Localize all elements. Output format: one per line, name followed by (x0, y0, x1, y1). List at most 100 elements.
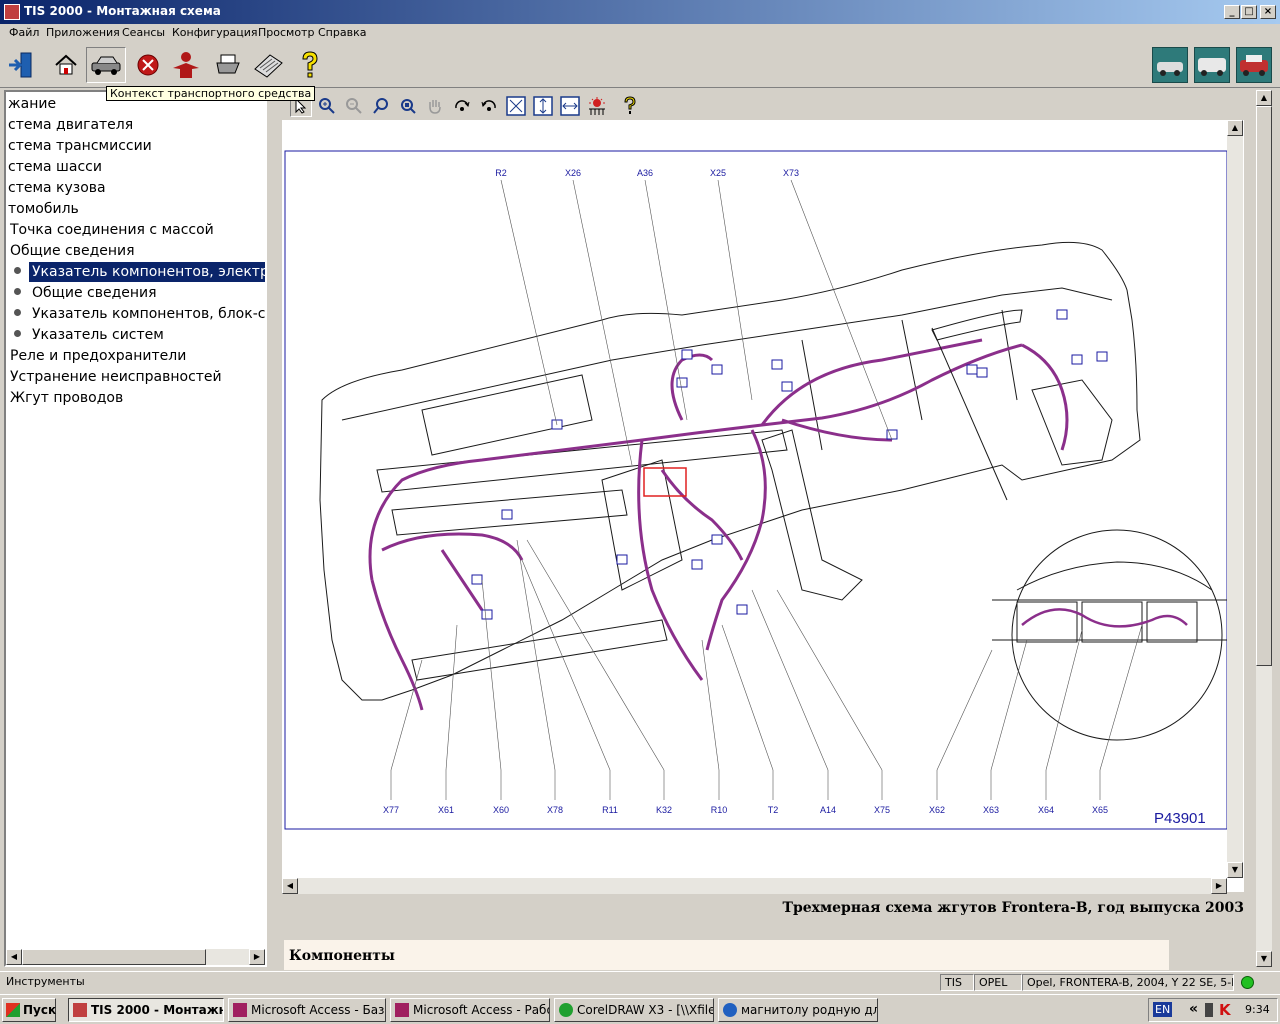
app-icon[interactable] (4, 4, 20, 20)
scroll-up-button[interactable]: ▲ (1227, 120, 1243, 136)
minimize-button[interactable]: _ (1224, 5, 1240, 19)
scroll-down-button[interactable]: ▼ (1227, 862, 1243, 878)
menu-view[interactable]: Просмотр (258, 26, 314, 39)
task-label: Microsoft Access - Работ... (413, 1003, 549, 1017)
task-access-2[interactable]: Microsoft Access - Работ... (390, 998, 550, 1022)
menu-applications[interactable]: Приложения (46, 26, 120, 39)
exit-icon[interactable] (4, 47, 40, 83)
connector-label-k32: K32 (656, 805, 672, 815)
home-icon[interactable] (48, 47, 84, 83)
main-vertical-scrollbar[interactable]: ▲ ▼ (1256, 90, 1272, 967)
task-label: TIS 2000 - Монтажн... (91, 1003, 223, 1017)
tree-item-wiring-harness[interactable]: Жгут проводов (10, 388, 123, 408)
tree-item-relays-fuses[interactable]: Реле и предохранители (10, 346, 186, 366)
tree-item-transmission-system[interactable]: стема трансмиссии (8, 136, 152, 156)
tree-item-ground-point[interactable]: Точка соединения с массой (10, 220, 214, 240)
start-label: Пуск (23, 1003, 57, 1017)
task-label: магнитолу родную для... (741, 1003, 877, 1017)
menu-sessions[interactable]: Сеансы (122, 26, 165, 39)
bottom-rail (411, 619, 668, 681)
tree-item-component-index-block[interactable]: Указатель компонентов, блок-схемы (32, 304, 265, 324)
tree-item-component-index-electrical[interactable]: Указатель компонентов, электриче (29, 262, 265, 282)
rotate-ccw-icon[interactable] (478, 95, 500, 117)
tree-item-chassis-system[interactable]: стема шасси (8, 157, 102, 177)
task-tis2000[interactable]: TIS 2000 - Монтажн... (68, 998, 224, 1022)
tray-app-icon[interactable] (1205, 1003, 1213, 1017)
highlight-icon[interactable] (586, 95, 608, 117)
navigation-tree[interactable]: жание стема двигателя стема трансмиссии … (4, 90, 267, 967)
connector-label-x62: X62 (929, 805, 945, 815)
scroll-down-button[interactable]: ▼ (1256, 951, 1272, 967)
tree-horizontal-scrollbar[interactable]: ◀ ▶ (6, 949, 265, 965)
pan-icon[interactable] (424, 95, 446, 117)
leader-line (521, 559, 611, 771)
task-browser[interactable]: магнитолу родную для... (718, 998, 878, 1022)
status-bar: Инструменты TIS OPEL Opel, FRONTERA-B, 2… (0, 971, 1280, 993)
wiring-harness-diagram[interactable]: R2 X26 A36 X25 X73 X77 X61 X60 X78 R11 K32 R10 T2 A14… (282, 120, 1244, 892)
tree-item-general-info-sub[interactable]: Общие сведения (32, 283, 157, 303)
tree-item-general-info[interactable]: Общие сведения (10, 241, 135, 261)
tree-item-system-index[interactable]: Указатель систем (32, 325, 164, 345)
connectors (471, 309, 1108, 620)
window-title: TIS 2000 - Монтажная схема (24, 4, 221, 18)
tray-expand-icon[interactable]: « (1189, 1001, 1198, 1017)
pane-splitter[interactable] (268, 90, 278, 967)
start-button[interactable]: Пуск (2, 998, 56, 1022)
main-toolbar (0, 43, 1280, 88)
stop-icon[interactable] (130, 47, 166, 83)
manual-icon[interactable] (250, 47, 286, 83)
antivirus-icon[interactable]: K (1219, 1001, 1231, 1019)
zoom-icon[interactable] (370, 95, 392, 117)
task-coreldraw[interactable]: CorelDRAW X3 - [\\Xfiles... (554, 998, 714, 1022)
windows-logo-icon (6, 1003, 20, 1017)
upper-right-harness (760, 338, 983, 426)
diagram-viewport[interactable]: R2 X26 A36 X25 X73 X77 X61 X60 X78 R11 K32 R10 T2 A14… (282, 120, 1244, 892)
zoom-in-icon[interactable] (316, 95, 338, 117)
tree-item-body-system[interactable]: стема кузова (8, 178, 106, 198)
connector (1071, 354, 1083, 365)
user-icon[interactable] (168, 47, 204, 83)
print-icon[interactable] (210, 47, 246, 83)
rotate-cw-icon[interactable] (451, 95, 473, 117)
task-access-1[interactable]: Microsoft Access - База ... (228, 998, 386, 1022)
tree-item-troubleshooting[interactable]: Устранение неисправностей (10, 367, 222, 387)
scroll-thumb[interactable] (1256, 106, 1272, 666)
fit-page-icon[interactable] (505, 95, 527, 117)
viewer-help-icon[interactable] (619, 95, 641, 117)
menu-file[interactable]: Файл (9, 26, 39, 39)
vehicle-image-3[interactable] (1236, 47, 1272, 83)
close-button[interactable]: × (1260, 5, 1276, 19)
scroll-up-button[interactable]: ▲ (1256, 90, 1272, 106)
scroll-right-button[interactable]: ▶ (1211, 878, 1227, 894)
connector (966, 364, 978, 375)
leader-line (936, 649, 993, 771)
connector (681, 349, 693, 360)
leader-line (500, 179, 558, 426)
wire-harness (368, 338, 1069, 711)
diagram-vertical-scrollbar[interactable]: ▲ ▼ (1227, 120, 1243, 878)
diagram-horizontal-scrollbar[interactable]: ◀ ▶ (282, 878, 1227, 894)
tree-item-engine-system[interactable]: стема двигателя (8, 115, 133, 135)
vehicle-image-2[interactable] (1194, 47, 1230, 83)
menu-configuration[interactable]: Конфигурация (172, 26, 258, 39)
language-indicator[interactable]: EN (1153, 1002, 1173, 1017)
zoom-out-icon[interactable] (343, 95, 365, 117)
zoom-window-icon[interactable] (397, 95, 419, 117)
scroll-right-button[interactable]: ▶ (249, 949, 265, 965)
fit-width-icon[interactable] (559, 95, 581, 117)
maximize-button[interactable]: □ (1241, 5, 1257, 19)
menu-help[interactable]: Справка (318, 26, 366, 39)
help-icon[interactable] (292, 47, 328, 83)
tree-item-contents[interactable]: жание (8, 94, 56, 114)
crossbar (376, 429, 788, 493)
vehicle-context-icon[interactable] (86, 47, 126, 83)
clock[interactable]: 9:34 (1245, 1003, 1270, 1016)
scroll-thumb[interactable] (22, 949, 206, 965)
bullet-icon (14, 267, 21, 274)
scroll-left-button[interactable]: ◀ (282, 878, 298, 894)
scroll-left-button[interactable]: ◀ (6, 949, 22, 965)
tree-item-vehicle[interactable]: томобиль (8, 199, 79, 219)
fit-height-icon[interactable] (532, 95, 554, 117)
vehicle-image-1[interactable] (1152, 47, 1188, 83)
x73-branch (781, 418, 893, 442)
